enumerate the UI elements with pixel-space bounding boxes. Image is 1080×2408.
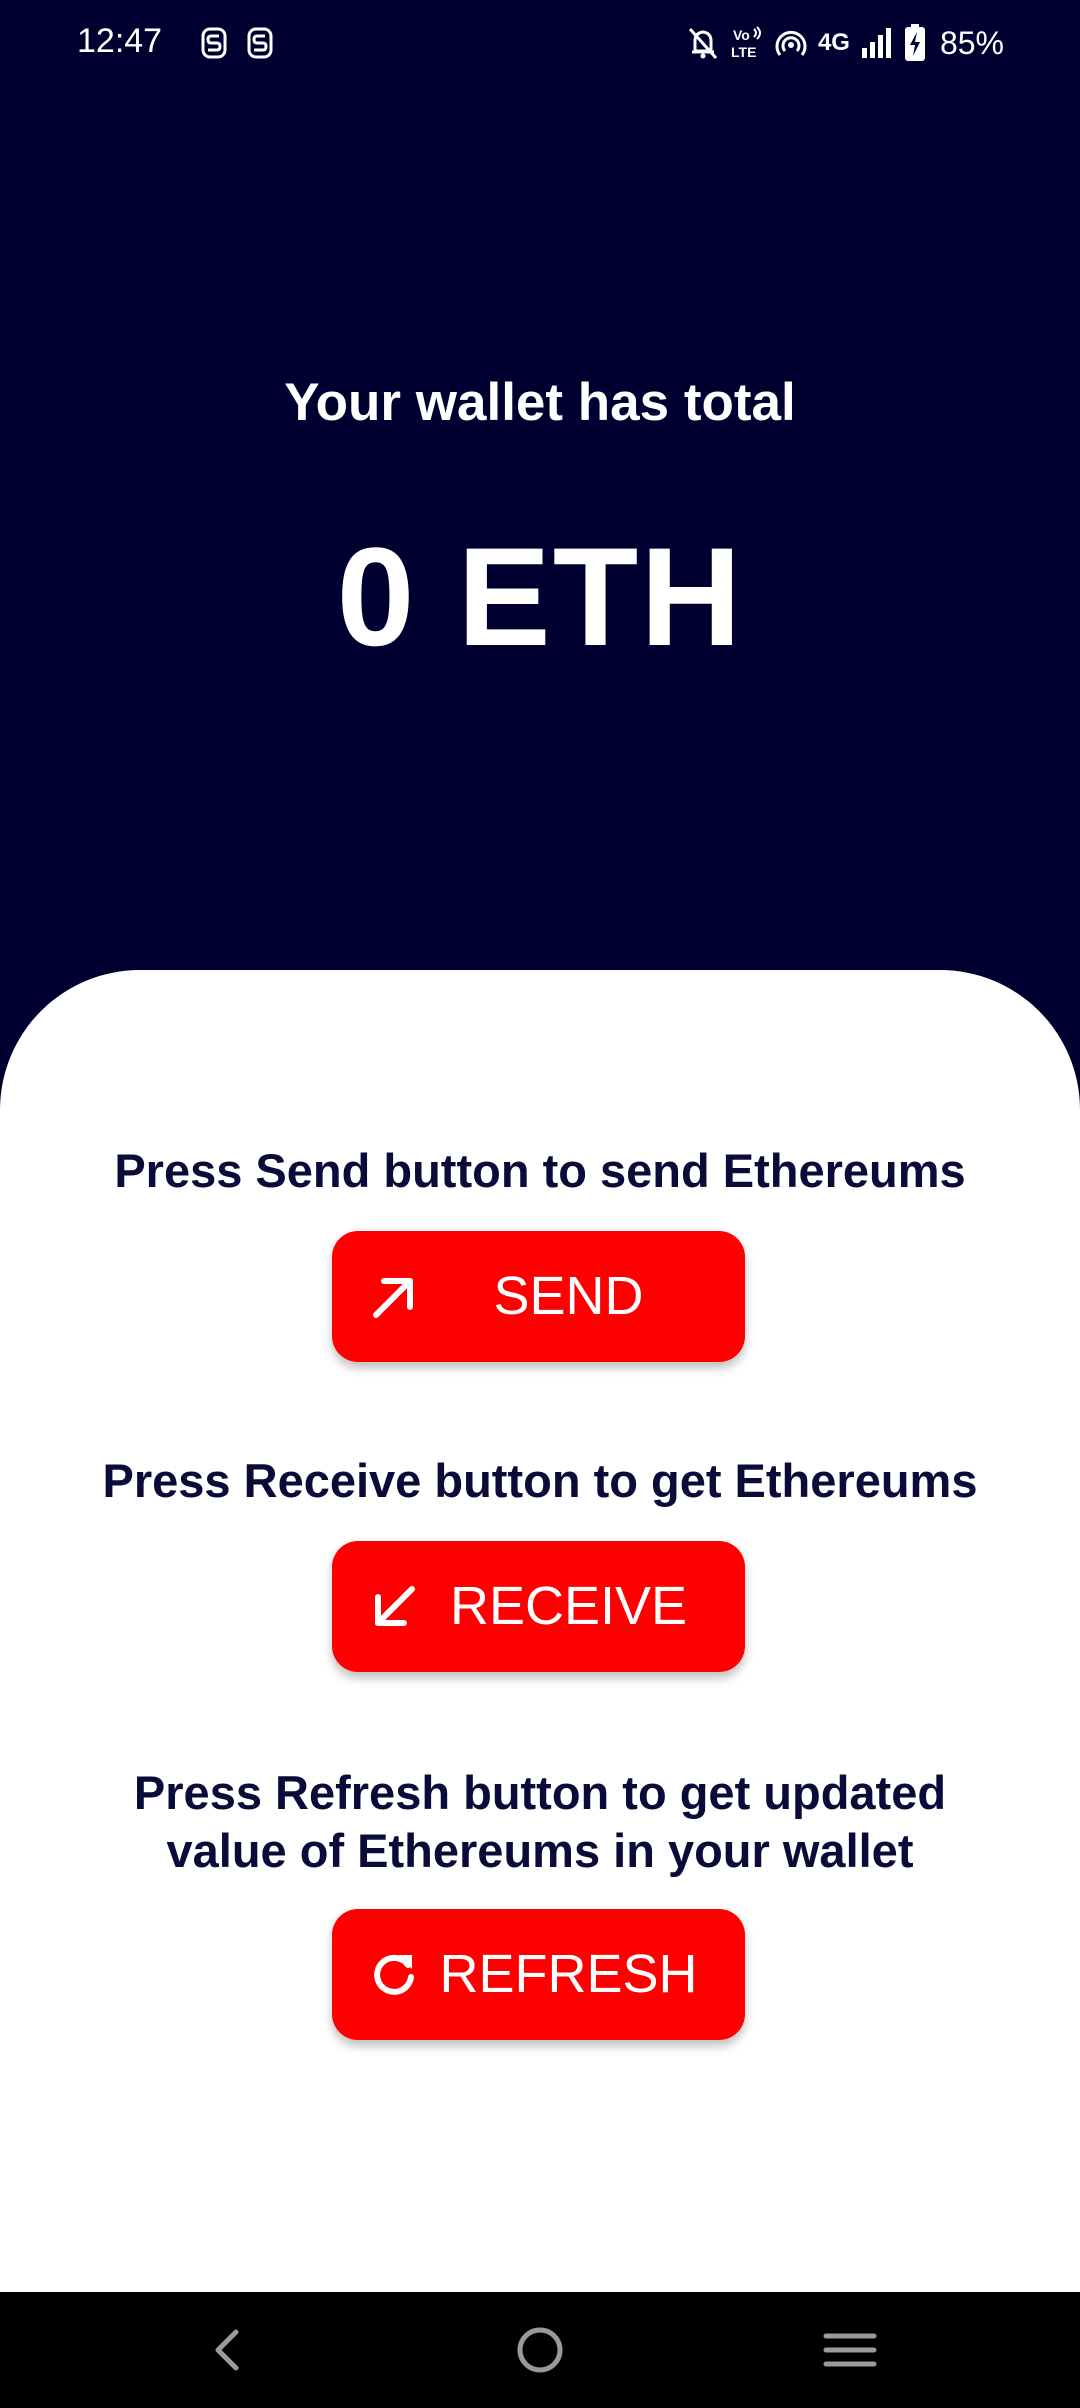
refresh-instruction-line2: value of Ethereums in your wallet [166,1824,914,1877]
battery-charging-icon [904,24,926,62]
receive-button[interactable]: RECEIVE [332,1541,745,1672]
sim-s-icon [200,26,228,60]
send-instruction: Press Send button to send Ethereums [114,1144,966,1197]
svg-text:Vo: Vo [733,27,750,43]
balance-caption: Your wallet has total [284,373,796,432]
volte-icon: Vo LTE [730,25,764,61]
battery-percent: 85% [939,25,1004,61]
actions-card: Press Send button to send Ethereums SEND… [0,970,1080,2292]
recents-icon[interactable] [822,2322,878,2378]
svg-text:LTE: LTE [731,44,756,60]
balance-value: 0 ETH [336,518,744,675]
send-button[interactable]: SEND [332,1231,745,1362]
back-icon[interactable] [200,2322,256,2378]
send-button-label: SEND [493,1266,644,1326]
refresh-button-label: REFRESH [439,1944,698,2004]
refresh-instruction-line1: Press Refresh button to get updated [133,1766,947,1819]
network-type: 4G [817,29,850,56]
hotspot-icon [774,26,808,60]
signal-icon [860,26,894,60]
receive-button-label: RECEIVE [449,1576,688,1636]
status-time: 12:47 [77,22,163,60]
status-icons: Vo LTE 4G 85% [686,18,1004,68]
refresh-button[interactable]: REFRESH [332,1909,745,2040]
receive-instruction: Press Receive button to get Ethereums [102,1454,978,1507]
home-icon[interactable] [512,2322,568,2378]
refresh-instruction: Press Refresh button to get updated valu… [60,1764,1020,1880]
bell-off-icon [686,25,720,61]
sim-s-icon [246,26,274,60]
status-bar: 12:47 Vo LTE 4G 85% [0,0,1080,90]
navigation-bar [0,2292,1080,2408]
